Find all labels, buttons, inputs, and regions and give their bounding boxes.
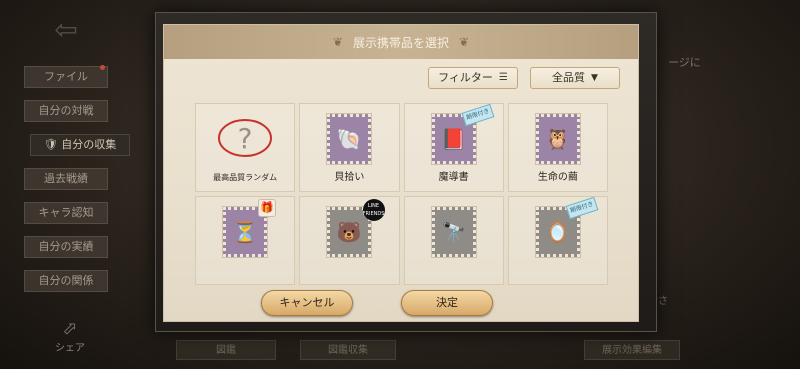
limited-badge: 期限付き: [565, 196, 599, 220]
side-item-my-collection[interactable]: 🛡 自分の収集: [30, 134, 130, 156]
side-menu: ファイル 自分の対戦 🛡 自分の収集 過去戦績 キャラ認知 自分の実績 自分の関…: [24, 65, 130, 304]
telescope-icon: 🔭: [441, 220, 467, 244]
side-item-character[interactable]: キャラ認知: [24, 202, 108, 224]
item-label: 貝拾い: [334, 172, 365, 183]
item-stamp: 🐚: [327, 114, 372, 164]
dialog-actions: キャンセル 決定: [164, 290, 638, 316]
filter-label: フィルター: [438, 71, 493, 84]
side-item-file[interactable]: ファイル: [24, 65, 108, 88]
select-item-dialog: ❦ 展示携帯品を選択 ❦ フィルター ☰ 全品質 ▼ ? 最高品質ランダム 🐚 …: [163, 24, 639, 322]
item-cell-hourglass[interactable]: ⏳ 🎁: [195, 196, 296, 285]
side-item-label: 自分の実績: [38, 240, 94, 253]
leaf-icon: ❦: [459, 35, 470, 49]
quality-label: 全品質: [552, 71, 586, 84]
side-item-label: ファイル: [44, 70, 88, 83]
owl-icon: 🦉: [545, 127, 571, 151]
background-tab: 図鑑収集: [300, 340, 396, 360]
shell-icon: 🐚: [336, 127, 362, 151]
side-item-label: 自分の対戦: [38, 104, 94, 117]
dialog-header: ❦ 展示携帯品を選択 ❦: [164, 25, 638, 59]
item-label: 最高品質ランダム: [213, 173, 278, 182]
item-label: 魔導書: [438, 172, 469, 183]
share-label: シェア: [55, 343, 85, 354]
list-icon: ☰: [498, 72, 508, 83]
item-cell-random[interactable]: ? 最高品質ランダム: [195, 103, 296, 192]
exit-icon[interactable]: ⇦: [48, 12, 84, 48]
book-icon: 📕: [441, 127, 467, 151]
side-item-label: 自分の関係: [38, 274, 94, 287]
svg-text:?: ?: [238, 122, 253, 155]
item-cell-grimoire[interactable]: 📕 期限付き 魔導書: [403, 103, 504, 192]
quality-dropdown[interactable]: 全品質 ▼: [530, 67, 620, 89]
item-stamp: 🔭: [431, 207, 476, 257]
item-cell-cocoon[interactable]: 🦉 生命の繭: [507, 103, 608, 192]
side-item-label: キャラ認知: [38, 206, 94, 219]
mirror-icon: 🪞: [545, 220, 571, 244]
notification-dot: [100, 65, 105, 70]
line-friends-badge: LINE FRIENDS: [362, 199, 385, 221]
gift-badge-icon: 🎁: [258, 199, 277, 217]
hourglass-icon: ⏳: [232, 220, 258, 244]
item-stamp: 🦉: [535, 114, 580, 164]
side-item-past-record[interactable]: 過去戦績: [24, 168, 108, 190]
filter-button[interactable]: フィルター ☰: [428, 67, 518, 89]
question-mark-icon: ?: [218, 119, 273, 157]
item-cell-telescope[interactable]: 🔭: [403, 196, 504, 285]
background-tab: 展示効果編集: [584, 340, 680, 360]
side-item-achievements[interactable]: 自分の実績: [24, 236, 108, 258]
chevron-down-icon: ▼: [591, 73, 598, 83]
side-item-relations[interactable]: 自分の関係: [24, 270, 108, 292]
limited-badge: 期限付き: [461, 103, 495, 127]
bear-icon: 🐻: [336, 220, 362, 244]
item-label: 生命の繭: [537, 172, 578, 183]
item-cell-mirror[interactable]: 🪞 期限付き: [507, 196, 608, 285]
cancel-button[interactable]: キャンセル: [261, 290, 353, 316]
share-button[interactable]: ⬀ シェア: [50, 318, 90, 354]
share-icon: ⬀: [62, 318, 78, 339]
item-cell-bear[interactable]: 🐻 LINE FRIENDS: [299, 196, 400, 285]
side-item-label: 過去戦績: [44, 172, 88, 185]
background-tab: 図鑑: [176, 340, 276, 360]
item-cell-shell[interactable]: 🐚 貝拾い: [299, 103, 400, 192]
side-item-my-matches[interactable]: 自分の対戦: [24, 100, 108, 122]
side-item-label: 自分の収集: [61, 138, 117, 151]
confirm-button[interactable]: 決定: [401, 290, 493, 316]
item-grid: ? 最高品質ランダム 🐚 貝拾い 📕 期限付き 魔導書 🦉 生命の繭 ⏳ 🎁 🐻: [195, 103, 608, 285]
dialog-title: 展示携帯品を選択: [352, 35, 449, 50]
toolbar: フィルター ☰ 全品質 ▼: [428, 67, 620, 89]
background-text: ージに: [668, 56, 701, 69]
leaf-icon: ❦: [332, 35, 343, 49]
